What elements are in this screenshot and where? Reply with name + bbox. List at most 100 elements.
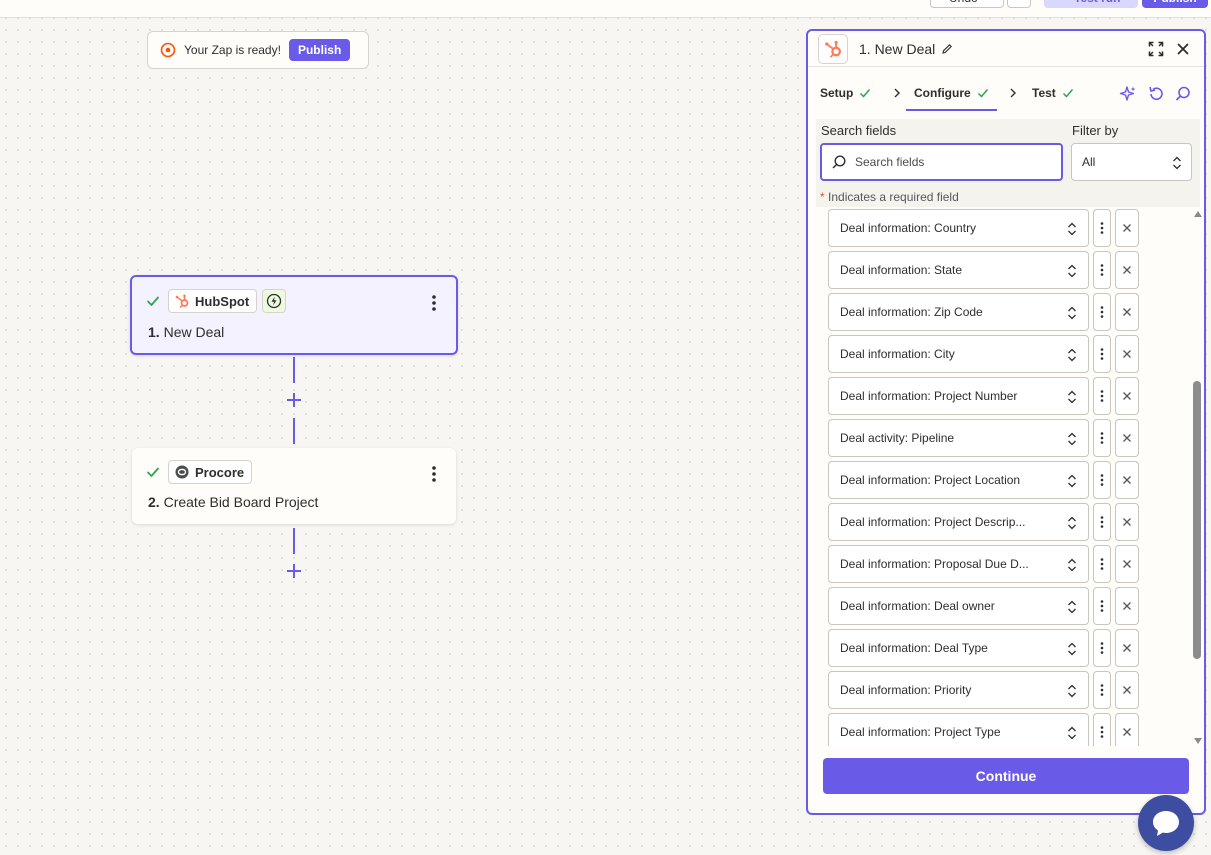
search-icon[interactable] (1174, 85, 1192, 103)
updown-icon (1068, 474, 1076, 488)
panel-header: 1. New Deal (808, 31, 1204, 67)
add-step-plus-icon[interactable] (285, 391, 303, 409)
search-icon (832, 155, 846, 169)
close-icon[interactable] (1176, 42, 1190, 56)
toast-publish-button[interactable]: Publish (288, 39, 351, 61)
continue-button[interactable]: Continue (823, 758, 1189, 794)
check-icon (147, 467, 159, 477)
more-vertical-icon[interactable] (426, 464, 442, 484)
field-row: Deal information: Project Descrip... (828, 503, 1148, 541)
close-icon (1123, 728, 1131, 736)
field-remove-button[interactable] (1115, 461, 1139, 499)
filter-value: All (1082, 155, 1096, 169)
field-select[interactable]: Deal information: Project Number (828, 377, 1089, 415)
chat-support-button[interactable] (1138, 795, 1194, 851)
field-label: Deal information: Project Number (840, 389, 1018, 403)
history-button[interactable] (1007, 0, 1031, 8)
field-more-button[interactable] (1093, 335, 1111, 373)
field-remove-button[interactable] (1115, 209, 1139, 247)
hubspot-icon (825, 40, 841, 58)
field-select[interactable]: Deal information: Deal Type (828, 629, 1089, 667)
field-select[interactable]: Deal activity: Pipeline (828, 419, 1089, 457)
fields-scrollbar[interactable] (1192, 209, 1204, 746)
field-more-button[interactable] (1093, 461, 1111, 499)
field-row: Deal information: Project Number (828, 377, 1148, 415)
app-chip-procore: Procore (168, 460, 253, 484)
field-more-button[interactable] (1093, 377, 1111, 415)
tab-test[interactable]: Test (1032, 75, 1074, 111)
field-select[interactable]: Deal information: Priority (828, 671, 1089, 709)
field-more-button[interactable] (1093, 419, 1111, 457)
field-row: Deal information: Deal owner (828, 587, 1148, 625)
close-icon (1123, 644, 1131, 652)
field-more-button[interactable] (1093, 587, 1111, 625)
field-remove-button[interactable] (1115, 671, 1139, 709)
field-label: Deal information: Priority (840, 683, 972, 697)
tab-setup[interactable]: Setup (820, 75, 871, 111)
field-remove-button[interactable] (1115, 629, 1139, 667)
field-select[interactable]: Deal information: Proposal Due D... (828, 545, 1089, 583)
undo-button[interactable]: Undo (930, 0, 1004, 8)
field-remove-button[interactable] (1115, 545, 1139, 583)
scroll-thumb[interactable] (1193, 381, 1201, 659)
field-more-button[interactable] (1093, 503, 1111, 541)
close-icon (1123, 434, 1131, 442)
procore-icon (175, 465, 189, 479)
search-fields-input[interactable] (855, 155, 1045, 169)
field-remove-button[interactable] (1115, 293, 1139, 331)
field-remove-button[interactable] (1115, 713, 1139, 746)
test-run-button[interactable]: Test run (1044, 0, 1138, 8)
field-row: Deal information: State (828, 251, 1148, 289)
filter-by-select[interactable]: All (1071, 143, 1192, 181)
updown-icon (1068, 264, 1076, 278)
step-card-hubspot[interactable]: HubSpot 1. New Deal (130, 275, 458, 355)
pencil-icon[interactable] (941, 43, 953, 55)
expand-icon[interactable] (1148, 41, 1164, 57)
scroll-down-arrow[interactable] (1194, 738, 1202, 744)
field-more-button[interactable] (1093, 671, 1111, 709)
field-remove-button[interactable] (1115, 377, 1139, 415)
step-card-procore[interactable]: Procore 2. Create Bid Board Project (132, 448, 456, 524)
step-editor-panel: 1. New Deal Setup Configure Test Search … (806, 29, 1206, 815)
check-icon (147, 296, 159, 306)
field-row: Deal information: Country (828, 209, 1148, 247)
field-select[interactable]: Deal information: Zip Code (828, 293, 1089, 331)
panel-title[interactable]: 1. New Deal (859, 41, 935, 57)
field-remove-button[interactable] (1115, 503, 1139, 541)
field-select[interactable]: Deal information: City (828, 335, 1089, 373)
field-more-button[interactable] (1093, 251, 1111, 289)
field-select[interactable]: Deal information: Project Location (828, 461, 1089, 499)
tab-configure[interactable]: Configure (906, 75, 997, 111)
zapier-logo-icon (160, 42, 176, 58)
field-more-button[interactable] (1093, 629, 1111, 667)
updown-icon (1173, 156, 1181, 170)
field-remove-button[interactable] (1115, 419, 1139, 457)
field-more-button[interactable] (1093, 293, 1111, 331)
sparkle-icon[interactable] (1119, 85, 1137, 103)
field-select[interactable]: Deal information: Project Type (828, 713, 1089, 746)
required-field-note: * Indicates a required field (820, 190, 959, 204)
field-select[interactable]: Deal information: Deal owner (828, 587, 1089, 625)
trigger-badge (262, 289, 287, 313)
add-step-plus-icon[interactable] (285, 562, 303, 580)
undo-icon[interactable] (1147, 85, 1165, 103)
updown-icon (1068, 726, 1076, 740)
search-fields-input-wrap[interactable] (820, 143, 1063, 181)
field-row: Deal activity: Pipeline (828, 419, 1148, 457)
field-more-button[interactable] (1093, 545, 1111, 583)
lightning-icon (267, 293, 282, 309)
field-remove-button[interactable] (1115, 587, 1139, 625)
field-remove-button[interactable] (1115, 251, 1139, 289)
field-more-button[interactable] (1093, 209, 1111, 247)
publish-top-button[interactable]: Publish (1142, 0, 1208, 8)
scroll-up-arrow[interactable] (1194, 211, 1202, 217)
field-select[interactable]: Deal information: State (828, 251, 1089, 289)
more-vertical-icon[interactable] (426, 293, 442, 313)
field-select[interactable]: Deal information: Project Descrip... (828, 503, 1089, 541)
field-more-button[interactable] (1093, 713, 1111, 746)
step-tabs: Setup Configure Test (808, 75, 1204, 111)
field-remove-button[interactable] (1115, 335, 1139, 373)
field-select[interactable]: Deal information: Country (828, 209, 1089, 247)
close-icon (1123, 308, 1131, 316)
check-icon (860, 89, 871, 98)
